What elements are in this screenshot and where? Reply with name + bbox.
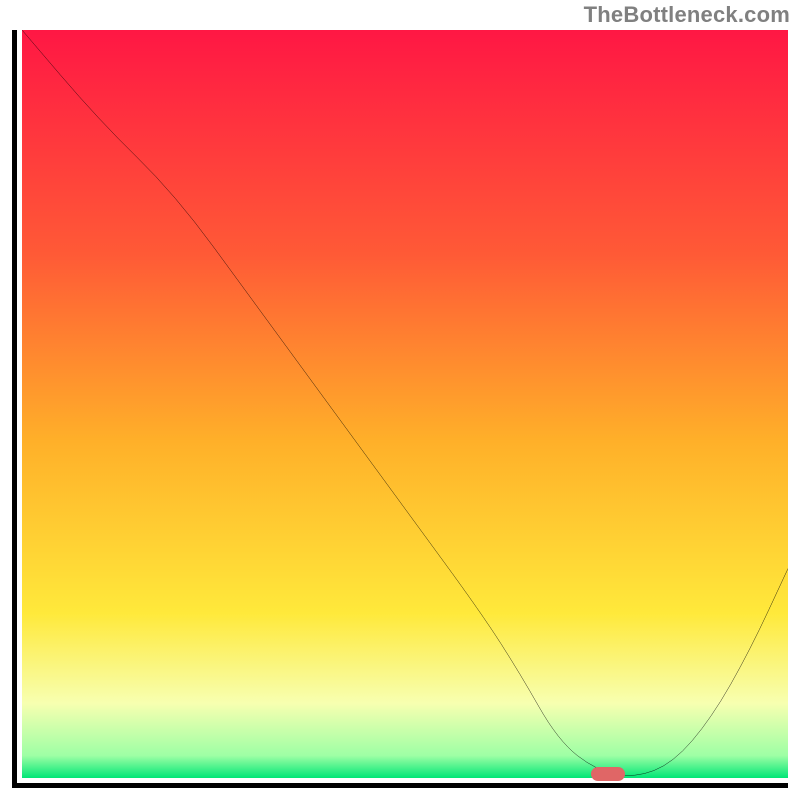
chart-container: TheBottleneck.com	[0, 0, 800, 800]
watermark-text: TheBottleneck.com	[584, 2, 790, 28]
curve-path	[22, 30, 788, 776]
optimal-point-marker	[591, 767, 625, 781]
plot-area	[12, 30, 788, 788]
bottleneck-curve	[22, 30, 788, 778]
